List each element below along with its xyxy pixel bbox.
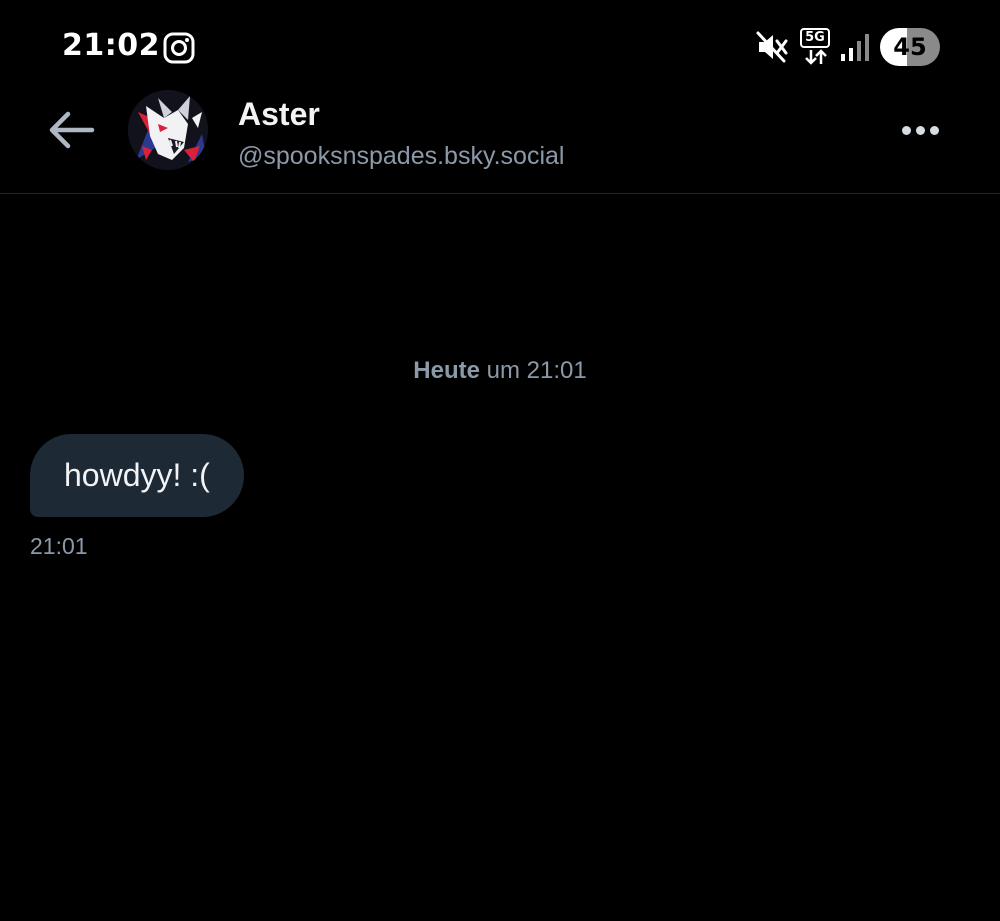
avatar[interactable] xyxy=(128,90,208,170)
battery-level: 45 xyxy=(893,33,927,61)
date-separator: Heute um 21:01 xyxy=(0,357,1000,385)
avatar-image xyxy=(128,90,208,170)
battery-icon: 45 xyxy=(880,28,940,66)
network-5g-icon: 5G xyxy=(800,28,832,66)
mute-icon xyxy=(756,31,788,63)
contact-name: Aster xyxy=(238,96,320,132)
message-bubble[interactable]: howdyy! :( xyxy=(30,434,244,517)
more-dot xyxy=(916,126,925,135)
message-list[interactable]: Heute um 21:01 howdyy! :( 21:01 xyxy=(0,195,1000,921)
more-dot xyxy=(930,126,939,135)
network-label: 5G xyxy=(800,28,830,48)
status-bar: 21:02 5G 45 xyxy=(0,0,1000,90)
more-dot xyxy=(902,126,911,135)
contact-handle: @spooksnspades.bsky.social xyxy=(238,142,565,170)
more-options-button[interactable] xyxy=(896,114,944,146)
back-button[interactable] xyxy=(44,108,98,152)
status-time: 21:02 xyxy=(62,28,160,63)
chat-screen: 21:02 5G 45 Aster @spooksnspades.bsky.so… xyxy=(0,0,1000,921)
date-separator-day: Heute xyxy=(413,357,480,384)
date-separator-time: um 21:01 xyxy=(479,357,587,384)
conversation-header: Aster @spooksnspades.bsky.social xyxy=(0,90,1000,194)
instagram-icon xyxy=(163,32,195,64)
signal-icon xyxy=(841,34,869,61)
data-arrows-icon xyxy=(805,49,827,65)
message-timestamp: 21:01 xyxy=(30,533,88,559)
